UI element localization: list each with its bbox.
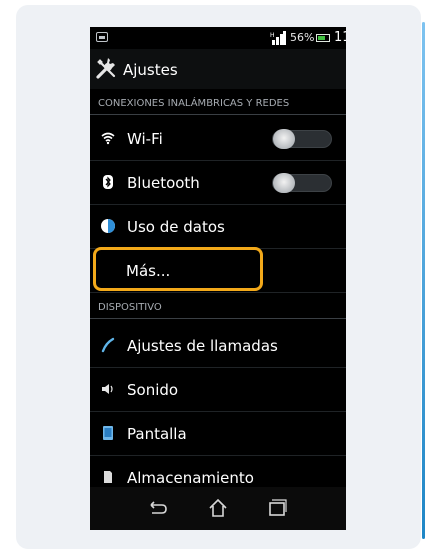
- settings-item-label: Más...: [126, 262, 171, 280]
- settings-item-data-usage[interactable]: Uso de datos: [90, 205, 346, 249]
- battery-icon: [316, 34, 330, 42]
- settings-item-sound[interactable]: Sonido: [90, 368, 346, 412]
- data-usage-icon: [101, 219, 115, 233]
- section-header-wireless: CONEXIONES INALÁMBRICAS Y REDES: [90, 94, 346, 115]
- settings-item-label: Pantalla: [127, 425, 187, 443]
- display-icon: [103, 426, 113, 440]
- toggle-knob: [273, 173, 295, 193]
- phone-screen: H 56% 11:41 Ajustes CONEXIONES INALÁMBRI…: [90, 27, 346, 530]
- storage-icon: [104, 471, 112, 483]
- settings-item-display[interactable]: Pantalla: [90, 412, 346, 456]
- settings-item-label: Sonido: [127, 381, 179, 399]
- action-bar: Ajustes: [90, 49, 346, 89]
- settings-item-label: Bluetooth: [127, 174, 200, 192]
- clock: 11:41: [334, 30, 346, 45]
- svg-text:H: H: [270, 32, 275, 39]
- status-bar: H 56% 11:41: [90, 27, 346, 49]
- navigation-bar: [90, 487, 346, 530]
- toggle-knob: [273, 129, 295, 149]
- signal-icon: H: [270, 31, 286, 45]
- home-icon[interactable]: [203, 497, 233, 519]
- bluetooth-icon: [103, 175, 113, 189]
- accent-edge: [422, 22, 425, 539]
- wifi-toggle[interactable]: [272, 129, 332, 149]
- recents-icon[interactable]: [262, 497, 292, 519]
- bluetooth-toggle[interactable]: [272, 173, 332, 193]
- section-header-device: DISPOSITIVO: [90, 298, 346, 319]
- settings-item-label: Ajustes de llamadas: [127, 337, 278, 355]
- settings-item-bluetooth[interactable]: Bluetooth: [90, 161, 346, 205]
- settings-item-wifi[interactable]: Wi-Fi: [90, 117, 346, 161]
- settings-item-more[interactable]: Más...: [90, 249, 346, 293]
- settings-item-call-settings[interactable]: Ajustes de llamadas: [90, 324, 346, 368]
- settings-item-label: Wi-Fi: [127, 130, 163, 148]
- speaker-icon: [102, 384, 113, 394]
- phone-handset-icon: [101, 337, 115, 353]
- back-icon[interactable]: [142, 497, 172, 519]
- settings-item-label: Almacenamiento: [127, 469, 254, 487]
- page-title: Ajustes: [123, 61, 178, 79]
- tools-icon[interactable]: [95, 57, 119, 81]
- wifi-icon: [101, 132, 115, 145]
- battery-percentage: 56%: [290, 31, 315, 44]
- settings-item-label: Uso de datos: [127, 218, 225, 236]
- screenshot-notification-icon: [96, 32, 108, 42]
